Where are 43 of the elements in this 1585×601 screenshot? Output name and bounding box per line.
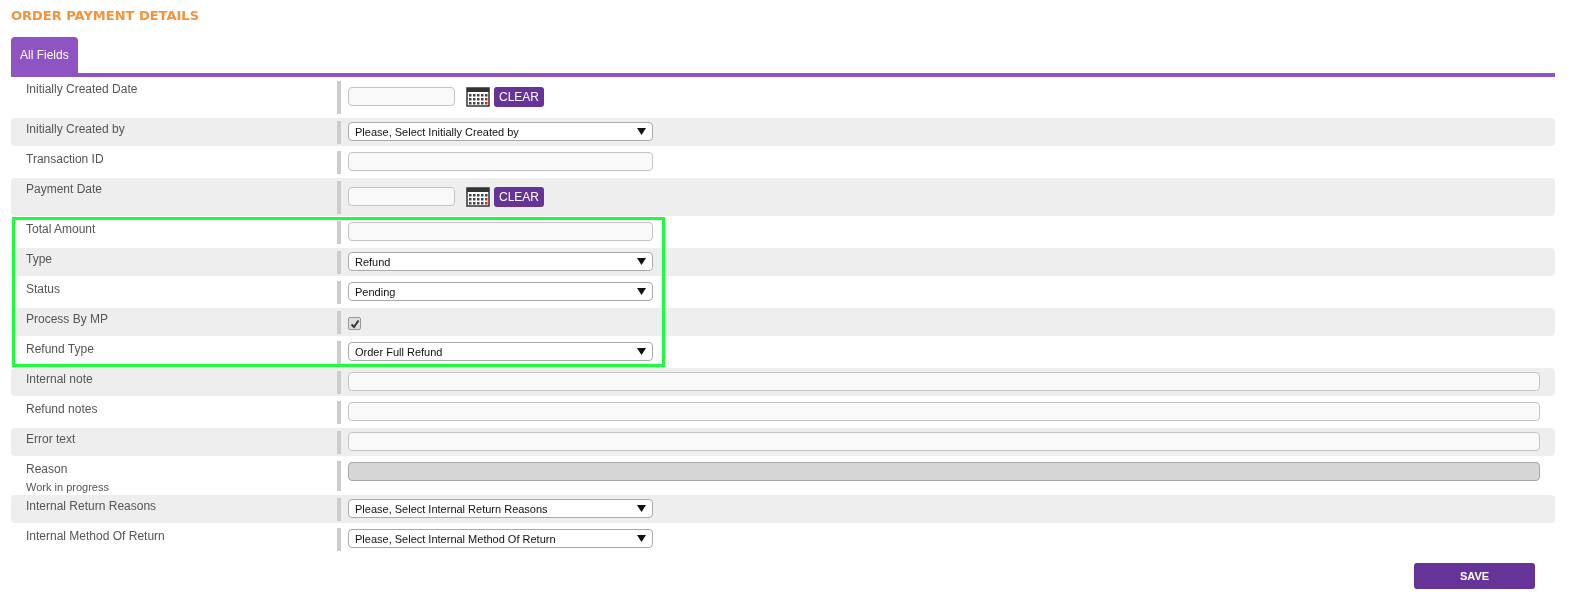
caret-icon <box>637 258 646 265</box>
field-label: Type <box>26 252 53 266</box>
field-label: Initially Created by <box>26 122 126 136</box>
text-input[interactable] <box>348 222 653 241</box>
field-label: Transaction ID <box>26 152 105 166</box>
caret-icon <box>637 348 646 355</box>
field-label: Refund Type <box>26 342 95 356</box>
select-dropdown[interactable]: Order Full Refund <box>348 342 653 361</box>
date-input[interactable] <box>348 187 455 206</box>
select-dropdown[interactable]: Please, Select Internal Method Of Return <box>348 529 653 548</box>
field-label: Reason <box>26 462 69 476</box>
tab[interactable]: All Fields <box>11 37 78 73</box>
checkbox[interactable] <box>348 317 361 330</box>
text-input[interactable] <box>348 152 653 171</box>
field-label: Payment Date <box>26 182 104 196</box>
page-title: ORDER PAYMENT DETAILS <box>11 8 200 25</box>
select-dropdown[interactable]: Please, Select Initially Created by <box>348 122 653 141</box>
date-input[interactable] <box>348 87 455 106</box>
text-input[interactable] <box>348 372 1540 391</box>
text-input[interactable] <box>348 432 1540 451</box>
calendar-icon[interactable] <box>466 187 490 207</box>
field-label: Internal Return Reasons <box>26 499 158 513</box>
field-label: Error text <box>26 432 77 446</box>
clear-button[interactable]: CLEAR <box>494 87 544 107</box>
clear-button[interactable]: CLEAR <box>494 187 544 207</box>
field-label: Internal note <box>26 372 94 386</box>
select-dropdown[interactable]: Please, Select Internal Return Reasons <box>348 499 653 518</box>
calendar-icon[interactable] <box>466 87 490 107</box>
save-button[interactable]: SAVE <box>1414 563 1535 589</box>
caret-icon <box>637 128 646 135</box>
field-label: Total Amount <box>26 222 97 236</box>
caret-icon <box>637 535 646 542</box>
field-label: Initially Created Date <box>26 82 139 96</box>
field-label: Internal Method Of Return <box>26 529 166 543</box>
caret-icon <box>637 288 646 295</box>
select-dropdown[interactable]: Refund <box>348 252 653 271</box>
select-dropdown[interactable]: Pending <box>348 282 653 301</box>
field-label: Status <box>26 282 62 296</box>
text-input[interactable] <box>348 402 1540 421</box>
field-label: Process By MP <box>26 312 110 326</box>
field-label: Refund notes <box>26 402 99 416</box>
caret-icon <box>637 505 646 512</box>
field-note: Work in progress <box>26 481 110 493</box>
